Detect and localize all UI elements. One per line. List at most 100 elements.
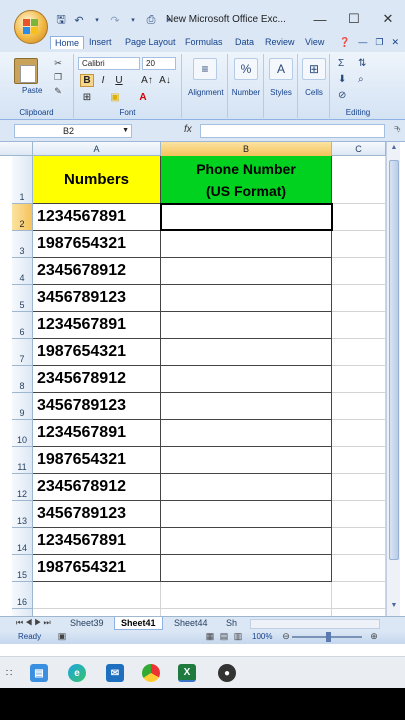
dropdown-icon[interactable]: ▾ xyxy=(90,13,104,27)
header-cell-numbers[interactable]: Numbers xyxy=(33,156,161,204)
chevron-down-icon[interactable]: ▼ xyxy=(122,125,129,137)
cell-a[interactable]: 2345678912 xyxy=(33,258,161,285)
cell-c[interactable] xyxy=(332,366,386,393)
print-preview-icon[interactable]: ⎙ xyxy=(144,13,158,27)
cell-c[interactable] xyxy=(332,231,386,258)
zoom-out-icon[interactable]: ⊖ xyxy=(280,631,292,642)
row-header[interactable]: 2 xyxy=(12,204,33,231)
redo-icon[interactable]: ↷ xyxy=(108,13,122,27)
cell-a[interactable]: 2345678912 xyxy=(33,474,161,501)
cell-a[interactable]: 1987654321 xyxy=(33,339,161,366)
styles-button[interactable]: A Styles xyxy=(264,58,298,97)
scroll-down-icon[interactable]: ▼ xyxy=(389,602,399,612)
cell-b[interactable] xyxy=(161,258,332,285)
horizontal-scrollbar[interactable] xyxy=(250,619,380,629)
zoom-level[interactable]: 100% xyxy=(252,632,272,641)
fill-color-icon[interactable]: ▣ xyxy=(108,91,122,104)
row-header[interactable]: 4 xyxy=(12,258,33,285)
row-header[interactable]: 14 xyxy=(12,528,33,555)
cell-b[interactable] xyxy=(161,231,332,258)
font-color-icon[interactable]: A xyxy=(136,91,150,104)
italic-button[interactable]: I xyxy=(96,74,110,87)
font-name-select[interactable]: Calibri xyxy=(78,57,140,70)
cell-c[interactable] xyxy=(332,528,386,555)
vertical-scrollbar[interactable]: ▲ ▼ xyxy=(386,142,400,616)
autosum-icon[interactable]: Σ xyxy=(338,58,344,69)
underline-button[interactable]: U xyxy=(112,74,126,87)
expand-formula-icon[interactable]: ⮷ xyxy=(394,124,401,135)
cell-c[interactable] xyxy=(332,258,386,285)
scroll-up-icon[interactable]: ▲ xyxy=(389,144,399,154)
format-painter-icon[interactable]: ✎ xyxy=(52,86,64,97)
zoom-in-icon[interactable]: ⊕ xyxy=(368,631,380,642)
row-header[interactable]: 7 xyxy=(12,339,33,366)
sheet-nav-arrows[interactable]: ⏮◀▶⏭ xyxy=(16,618,53,628)
minimize-icon[interactable]: — xyxy=(303,6,337,32)
cells-button[interactable]: ⊞ Cells xyxy=(297,58,331,97)
cell-b[interactable] xyxy=(161,474,332,501)
tab-home[interactable]: Home xyxy=(50,36,85,49)
save-icon[interactable]: 🖫 xyxy=(54,13,68,27)
cell-a[interactable]: 3456789123 xyxy=(33,501,161,528)
shrink-font-button[interactable]: A↓ xyxy=(158,74,172,87)
page-break-view-icon[interactable]: ▥ xyxy=(232,631,244,642)
cell-a[interactable] xyxy=(33,582,161,609)
dropdown-icon[interactable]: ▾ xyxy=(126,13,140,27)
macro-record-icon[interactable]: ▣ xyxy=(56,631,68,642)
cell-b[interactable] xyxy=(161,339,332,366)
cell-b[interactable] xyxy=(161,393,332,420)
sheet-tab-sheet41[interactable]: Sheet41 xyxy=(114,617,163,630)
chrome-icon[interactable] xyxy=(142,664,160,682)
cell-a[interactable]: 3456789123 xyxy=(33,393,161,420)
sheet-tab-sheet39[interactable]: Sheet39 xyxy=(64,617,110,630)
cell-b[interactable] xyxy=(161,447,332,474)
tab-data[interactable]: Data xyxy=(235,37,254,47)
edge-icon[interactable]: e xyxy=(68,664,86,682)
page-layout-view-icon[interactable]: ▤ xyxy=(218,631,230,642)
maximize-icon[interactable]: ☐ xyxy=(337,6,371,32)
grow-font-button[interactable]: A↑ xyxy=(140,74,154,87)
name-box[interactable]: B2 ▼ xyxy=(14,124,132,138)
cell-c[interactable] xyxy=(332,156,386,204)
row-header[interactable]: 13 xyxy=(12,501,33,528)
cell-b[interactable] xyxy=(161,501,332,528)
cell-b[interactable] xyxy=(161,582,332,609)
tab-view[interactable]: View xyxy=(305,37,324,47)
cell-b[interactable] xyxy=(161,312,332,339)
office-button[interactable] xyxy=(14,10,48,44)
cell-c[interactable] xyxy=(332,204,386,231)
close-workbook-icon[interactable]: ✕ xyxy=(391,37,399,48)
row-header[interactable]: 8 xyxy=(12,366,33,393)
row-header[interactable]: 1 xyxy=(12,156,33,204)
tab-insert[interactable]: Insert xyxy=(89,37,112,47)
recorder-icon[interactable]: ● xyxy=(218,664,236,682)
number-button[interactable]: % Number xyxy=(229,58,263,97)
undo-icon[interactable]: ↶ xyxy=(72,13,86,27)
minimize-ribbon-icon[interactable]: — xyxy=(358,37,367,48)
scroll-thumb[interactable] xyxy=(389,160,399,560)
row-header[interactable]: 9 xyxy=(12,393,33,420)
cell-a[interactable]: 1234567891 xyxy=(33,528,161,555)
cell-c[interactable] xyxy=(332,501,386,528)
row-header[interactable]: 16 xyxy=(12,582,33,609)
cell-c[interactable] xyxy=(332,312,386,339)
row-header[interactable]: 11 xyxy=(12,447,33,474)
select-all-corner[interactable] xyxy=(12,142,33,156)
row-header[interactable]: 6 xyxy=(12,312,33,339)
tab-review[interactable]: Review xyxy=(265,37,295,47)
alignment-button[interactable]: ≡ Alignment xyxy=(188,58,224,97)
cell-c[interactable] xyxy=(332,447,386,474)
row-header[interactable]: 3 xyxy=(12,231,33,258)
tab-page-layout[interactable]: Page Layout xyxy=(125,37,176,47)
cell-b[interactable] xyxy=(161,420,332,447)
cell-a[interactable]: 1234567891 xyxy=(33,420,161,447)
cell-a[interactable]: 1987654321 xyxy=(33,555,161,582)
zoom-slider-thumb[interactable] xyxy=(326,632,331,642)
cell-a[interactable]: 1987654321 xyxy=(33,447,161,474)
row-header[interactable]: 10 xyxy=(12,420,33,447)
help-icon[interactable]: ❓ xyxy=(339,37,350,48)
insert-function-icon[interactable]: fx xyxy=(184,124,192,135)
clear-icon[interactable]: ⊘ xyxy=(338,90,346,101)
restore-icon[interactable]: ❐ xyxy=(375,37,383,48)
sheet-tab-sh[interactable]: Sh xyxy=(220,617,243,630)
